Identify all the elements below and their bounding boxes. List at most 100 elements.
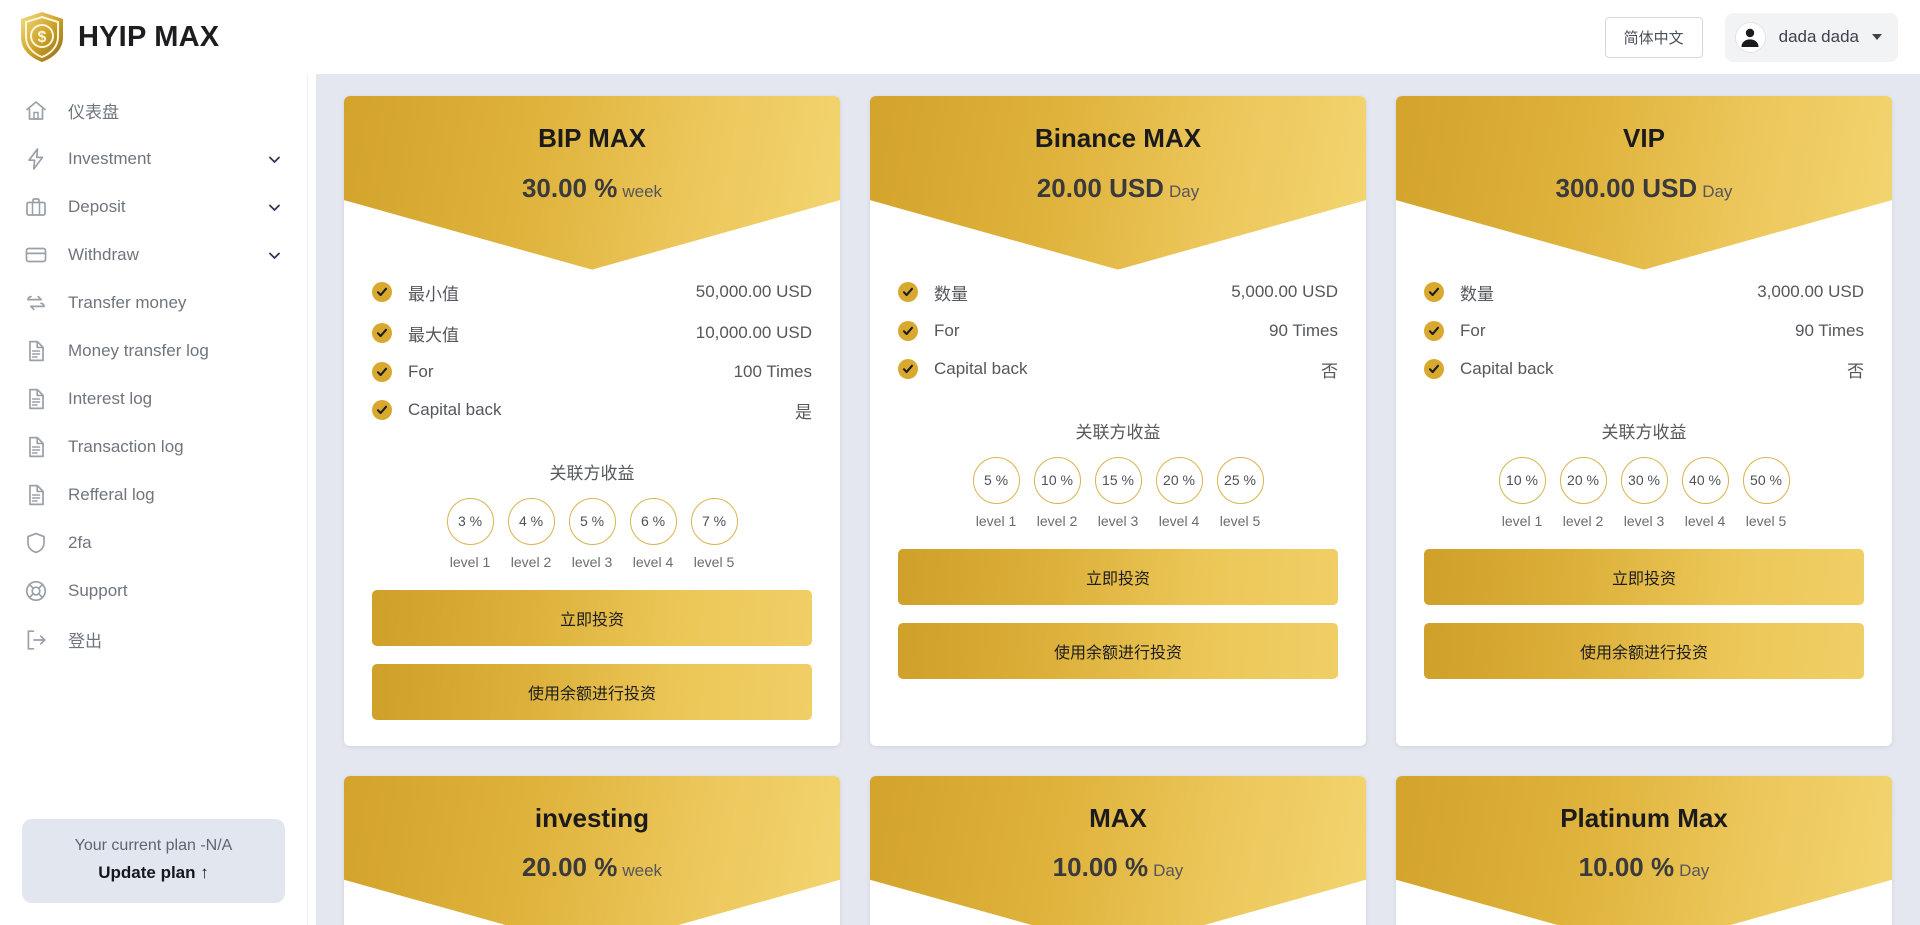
referral-level-percent: 20 % (1156, 457, 1203, 504)
sidebar-item-2fa[interactable]: 2fa (0, 519, 307, 567)
plan-feature-label: For (408, 362, 434, 382)
plan-feature-value: 90 Times (1795, 321, 1864, 341)
check-circle-icon (372, 323, 392, 343)
sidebar-item-transaction-log[interactable]: Transaction log (0, 423, 307, 471)
plan-rate-value: 20.00 USD (1037, 173, 1164, 203)
sidebar: 仪表盘 Investment DepositWithdrawTransfer mon… (0, 74, 308, 925)
plan-feature-row: 最小值50,000.00 USD (372, 272, 812, 313)
sidebar-item-label: Interest log (68, 389, 152, 409)
language-select[interactable]: 简体中文 (1605, 17, 1703, 58)
referral-level-percent: 20 % (1560, 457, 1607, 504)
sidebar-item-label: Investment (68, 149, 151, 169)
referral-level-label: level 5 (691, 554, 738, 570)
brand-name: HYIP MAX (78, 21, 219, 54)
referral-level: 5 %level 3 (569, 498, 616, 570)
sidebar-item-withdraw[interactable]: Withdraw (0, 231, 307, 279)
plan-card-header: Platinum Max10.00 %Day (1396, 776, 1892, 925)
document-icon (24, 339, 48, 363)
plan-rate-unit: Day (1702, 182, 1732, 201)
plan-feature-row: For100 Times (372, 354, 812, 390)
referral-level-label: level 1 (447, 554, 494, 570)
plan-rate: 10.00 %Day (870, 852, 1366, 883)
chevron-down-icon[interactable] (268, 249, 281, 262)
plan-rate-unit: Day (1679, 861, 1709, 880)
sidebar-item-登出[interactable]: 登出 (0, 615, 307, 664)
user-menu-button[interactable]: dada dada (1725, 13, 1898, 62)
update-plan-link[interactable]: Update plan ↑ (32, 863, 275, 883)
plan-feature-label: For (1460, 321, 1486, 341)
referral-level: 6 %level 4 (630, 498, 677, 570)
transfer-arrows-icon (24, 291, 48, 315)
chevron-down-icon (1872, 34, 1882, 40)
sidebar-item-transfer-money[interactable]: Transfer money (0, 279, 307, 327)
invest-with-balance-button[interactable]: 使用余额进行投资 (372, 664, 812, 720)
plan-card: investing20.00 %week (344, 776, 840, 925)
referral-level-percent: 6 % (630, 498, 677, 545)
sidebar-item-仪表盘[interactable]: 仪表盘 (0, 86, 307, 135)
plan-rate: 20.00 USDDay (870, 173, 1366, 204)
invest-with-balance-button[interactable]: 使用余额进行投资 (898, 623, 1338, 679)
plan-feature-label: 最小值 (408, 280, 459, 305)
sidebar-item-label: Money transfer log (68, 341, 209, 361)
referral-level-label: level 2 (508, 554, 555, 570)
plan-rate-value: 30.00 % (522, 173, 617, 203)
plan-feature-value: 10,000.00 USD (696, 323, 812, 343)
invest-now-button[interactable]: 立即投资 (898, 549, 1338, 605)
referral-level-percent: 50 % (1743, 457, 1790, 504)
document-icon (24, 483, 48, 507)
referral-earnings-title: 关联方收益 (898, 418, 1338, 443)
referral-level: 10 %level 1 (1499, 457, 1546, 529)
check-circle-icon (1424, 321, 1444, 341)
referral-level-label: level 1 (1499, 513, 1546, 529)
plan-card: Binance MAX 20.00 USDDay 数量5,000.00 USDFor… (870, 96, 1366, 746)
brand-logo[interactable]: $ HYIP MAX (18, 11, 219, 63)
credit-card-icon (24, 243, 48, 267)
check-circle-icon (372, 400, 392, 420)
referral-level-label: level 3 (1621, 513, 1668, 529)
plan-feature-row: Capital back否 (1424, 349, 1864, 390)
sidebar-item-label: Transaction log (68, 437, 184, 457)
sidebar-item-label: 登出 (68, 627, 102, 652)
plan-title: BIP MAX (344, 124, 840, 153)
sidebar-item-interest-log[interactable]: Interest log (0, 375, 307, 423)
plan-feature-label: Capital back (934, 359, 1028, 379)
sidebar-item-support[interactable]: Support (0, 567, 307, 615)
referral-level: 40 %level 4 (1682, 457, 1729, 529)
user-name-label: dada dada (1779, 27, 1859, 47)
check-circle-icon (372, 362, 392, 382)
referral-level-percent: 5 % (569, 498, 616, 545)
invest-now-button[interactable]: 立即投资 (1424, 549, 1864, 605)
plan-feature-label: Capital back (1460, 359, 1554, 379)
plan-rate: 20.00 %week (344, 852, 840, 883)
plan-card-body: 数量5,000.00 USDFor90 TimesCapital back否关联… (870, 270, 1366, 705)
referral-level-label: level 1 (973, 513, 1020, 529)
plan-card: VIP300.00 USDDay数量3,000.00 USDFor90 Time… (1396, 96, 1892, 746)
referral-level-percent: 15 % (1095, 457, 1142, 504)
check-circle-icon (898, 359, 918, 379)
referral-level: 25 %level 5 (1217, 457, 1264, 529)
invest-now-button[interactable]: 立即投资 (372, 590, 812, 646)
sidebar-item-refferal-log[interactable]: Refferal log (0, 471, 307, 519)
referral-level-percent: 25 % (1217, 457, 1264, 504)
main-content: BIP MAX30.00 %week最小值50,000.00 USD最大值10,… (308, 74, 1920, 925)
invest-with-balance-button[interactable]: 使用余额进行投资 (1424, 623, 1864, 679)
plans-panel: BIP MAX30.00 %week最小值50,000.00 USD最大值10,… (316, 74, 1920, 925)
current-plan-box[interactable]: Your current plan -N/A Update plan ↑ (22, 819, 285, 903)
sidebar-item-investment[interactable]: Investment (0, 135, 307, 183)
plan-feature-label: 数量 (934, 280, 968, 305)
plan-title: Binance MAX (870, 124, 1366, 153)
sidebar-item-deposit[interactable]: Deposit (0, 183, 307, 231)
sidebar-item-money-transfer-log[interactable]: Money transfer log (0, 327, 307, 375)
plan-card-header: Binance MAX 20.00 USDDay (870, 96, 1366, 270)
sidebar-item-label: Refferal log (68, 485, 155, 505)
chevron-down-icon[interactable] (268, 153, 281, 166)
home-icon (24, 99, 48, 123)
chevron-down-icon[interactable] (268, 201, 281, 214)
referral-level-percent: 40 % (1682, 457, 1729, 504)
lifebuoy-icon (24, 579, 48, 603)
sidebar-nav: 仪表盘 Investment DepositWithdrawTransfer mon… (0, 86, 307, 819)
plan-rate-value: 10.00 % (1579, 852, 1674, 882)
referral-level: 20 %level 2 (1560, 457, 1607, 529)
plan-feature-row: 数量5,000.00 USD (898, 272, 1338, 313)
sidebar-item-label: 2fa (68, 533, 92, 553)
